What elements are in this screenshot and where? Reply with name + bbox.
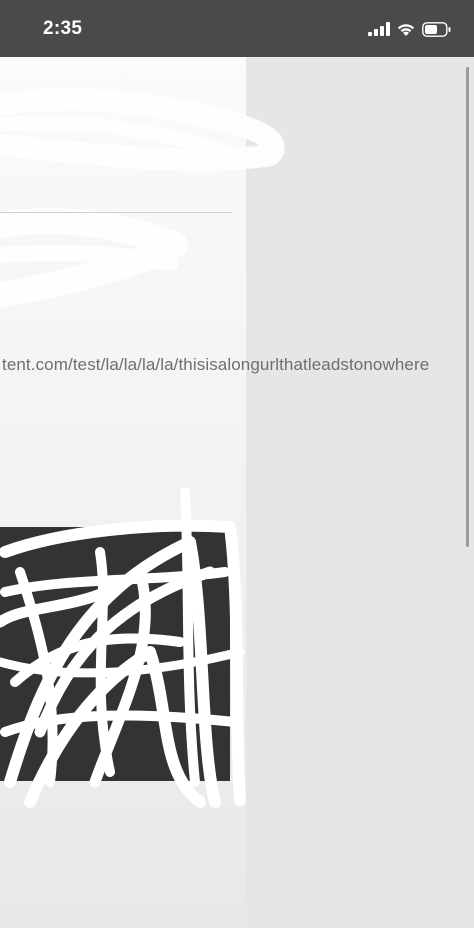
status-icons bbox=[368, 20, 452, 38]
image-redaction-scribble bbox=[0, 487, 246, 808]
battery-icon bbox=[422, 21, 451, 37]
page-url-text[interactable]: tent.com/test/la/la/la/la/thisisalongurl… bbox=[2, 355, 429, 375]
phone-screen: 2:35 tent.com/test/la/la/la/la/thisisalo… bbox=[0, 0, 474, 928]
redaction-scribble bbox=[0, 88, 285, 308]
signal-icon bbox=[368, 22, 390, 36]
wifi-icon bbox=[397, 23, 415, 36]
page-panel: tent.com/test/la/la/la/la/thisisalongurl… bbox=[0, 57, 429, 928]
status-bar: 2:35 bbox=[0, 0, 474, 57]
web-content-area[interactable]: tent.com/test/la/la/la/la/thisisalongurl… bbox=[0, 57, 474, 928]
vertical-scrollbar[interactable] bbox=[466, 67, 469, 547]
content-divider bbox=[0, 212, 232, 213]
status-time: 2:35 bbox=[43, 18, 83, 39]
